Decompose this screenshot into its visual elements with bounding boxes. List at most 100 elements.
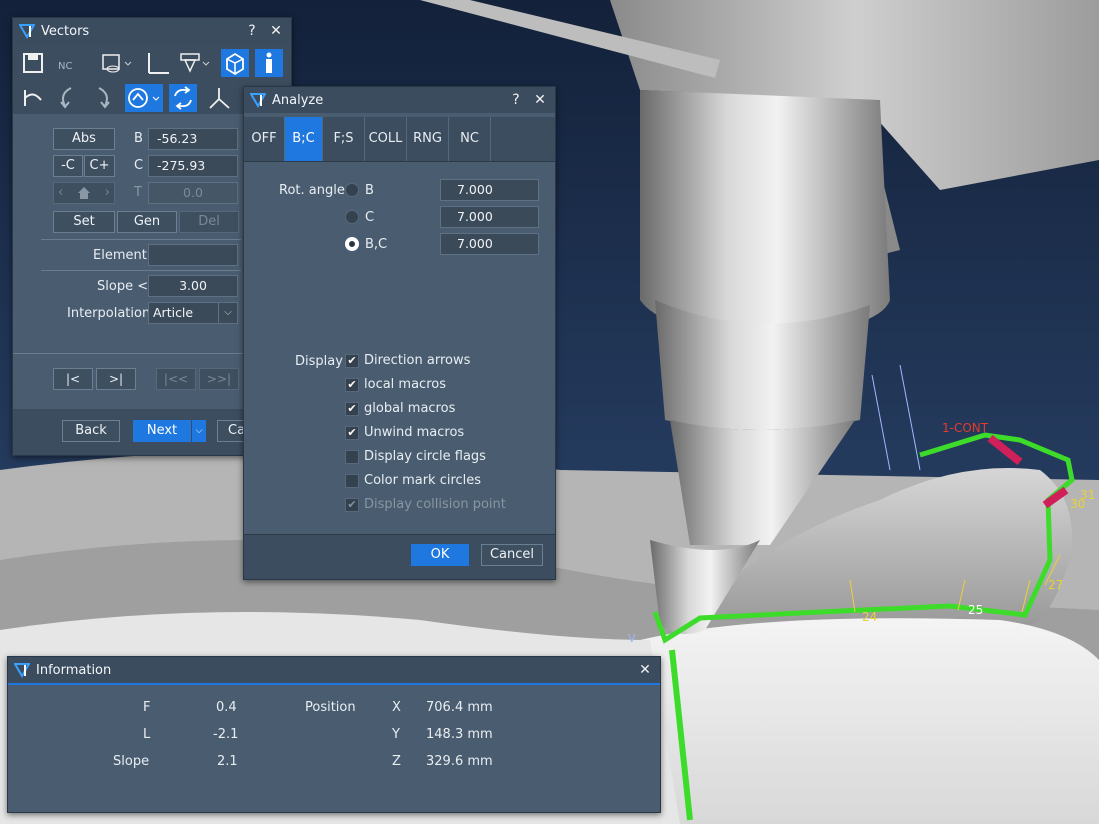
chevron-right-icon[interactable]: › — [105, 183, 110, 203]
display-circle-flags-label: Display circle flags — [364, 449, 486, 464]
analyze-close-button[interactable]: ✕ — [531, 91, 549, 109]
arrow-back-icon[interactable] — [53, 84, 81, 112]
c-value-field[interactable]: -275.93 — [148, 155, 238, 177]
path-label-31: 31 — [1080, 488, 1096, 502]
information-panel: Information ✕ F 0.4 L -2.1 Slope 2.1 Pos… — [7, 656, 661, 813]
b-value-field[interactable]: -56.23 — [148, 128, 238, 150]
set-button[interactable]: Set — [53, 211, 115, 233]
view-visibility-icon[interactable] — [99, 49, 135, 77]
l-value: -2.1 — [213, 727, 239, 742]
tool-holder-icon[interactable] — [177, 49, 213, 77]
vectors-divider-2 — [41, 270, 241, 271]
plus-c-button[interactable]: C+ — [84, 155, 115, 177]
tab-rng[interactable]: RNG — [407, 117, 449, 161]
save-icon[interactable] — [19, 49, 47, 77]
t-value-field: 0.0 — [148, 182, 238, 204]
direction-arrows-checkbox[interactable]: ✔ — [345, 354, 359, 368]
global-macros-label: global macros — [364, 401, 456, 416]
nav-next-button: >>| — [199, 368, 239, 390]
chevron-left-icon[interactable]: ‹ — [58, 183, 63, 203]
b-c-angle-field[interactable]: 7.000 — [440, 233, 539, 255]
axis-ruler-icon[interactable] — [143, 49, 171, 77]
sync-icon[interactable] — [169, 84, 197, 112]
slope-info-label: Slope — [113, 754, 150, 769]
x-label: X — [392, 700, 401, 715]
ok-button[interactable]: OK — [411, 544, 469, 566]
vector-analysis-icon[interactable] — [125, 84, 163, 112]
tab-off[interactable]: OFF — [244, 117, 285, 161]
tab-b-c[interactable]: B;C — [285, 117, 323, 161]
interpolation-value: Article — [153, 305, 194, 320]
unwind-macros-checkbox[interactable]: ✔ — [345, 426, 359, 440]
path-label-27: 27 — [1048, 578, 1064, 592]
gen-button[interactable]: Gen — [117, 211, 177, 233]
nav-first-button[interactable]: |< — [53, 368, 93, 390]
minus-c-button[interactable]: -C — [53, 155, 83, 177]
analyze-titlebar[interactable]: Analyze ? ✕ — [244, 87, 555, 113]
b-angle-field[interactable]: 7.000 — [440, 179, 539, 201]
path-label-cont: 1-CONT — [942, 421, 989, 435]
color-mark-circles-checkbox[interactable] — [345, 474, 359, 488]
local-macros-checkbox[interactable]: ✔ — [345, 378, 359, 392]
nav-last-button[interactable]: >| — [96, 368, 136, 390]
color-mark-circles-label: Color mark circles — [364, 473, 482, 488]
radio-c[interactable] — [345, 210, 359, 224]
c-axis-label: C — [134, 158, 144, 173]
solid-view-icon[interactable] — [221, 49, 249, 77]
app-logo-icon — [250, 93, 266, 108]
slope-field[interactable]: 3.00 — [148, 275, 238, 297]
radio-b-c[interactable] — [345, 237, 359, 251]
slope-info-value: 2.1 — [217, 754, 238, 769]
t-axis-label: T — [134, 185, 142, 200]
path-label-24: 24 — [862, 610, 878, 624]
information-titlebar[interactable]: Information ✕ — [8, 657, 660, 685]
information-close-button[interactable]: ✕ — [636, 661, 654, 679]
axes-icon[interactable] — [205, 84, 233, 112]
display-circle-flags-checkbox[interactable] — [345, 450, 359, 464]
rewind-arrow-icon[interactable] — [19, 84, 47, 112]
element-label: Element — [93, 248, 147, 263]
z-label: Z — [392, 754, 401, 769]
unwind-macros-label: Unwind macros — [364, 425, 465, 440]
vectors-title: Vectors — [41, 23, 90, 39]
global-macros-checkbox[interactable]: ✔ — [345, 402, 359, 416]
next-button[interactable]: Next — [133, 420, 191, 442]
del-button: Del — [179, 211, 239, 233]
back-button[interactable]: Back — [62, 420, 120, 442]
analyze-title: Analyze — [272, 92, 324, 108]
vectors-divider-1 — [41, 239, 241, 240]
chevron-down-icon: ⌵ — [195, 426, 203, 436]
home-icon[interactable] — [77, 186, 91, 200]
f-value: 0.4 — [216, 700, 237, 715]
vectors-titlebar[interactable]: Vectors ? ✕ — [13, 18, 291, 44]
cancel-button[interactable]: Cancel — [481, 544, 543, 566]
direction-arrows-label: Direction arrows — [364, 353, 471, 368]
next-dropdown-button[interactable]: ⌵ — [192, 420, 206, 442]
interpolation-select[interactable]: Article ⌵ — [148, 302, 238, 324]
tab-nc[interactable]: NC — [449, 117, 491, 161]
home-nav-group: ‹ › — [53, 182, 115, 204]
radio-b-c-label: B,C — [365, 237, 388, 252]
element-field[interactable] — [148, 244, 238, 266]
tab-f-s[interactable]: F;S — [323, 117, 365, 161]
app-logo-icon — [19, 24, 35, 39]
app-logo-icon — [14, 663, 30, 678]
y-label: Y — [392, 727, 400, 742]
c-angle-field[interactable]: 7.000 — [440, 206, 539, 228]
path-label-25: 25 — [968, 603, 984, 617]
nc-refresh-icon[interactable]: NC — [53, 49, 81, 77]
abs-button[interactable]: Abs — [53, 128, 115, 150]
arrow-forward-icon[interactable] — [89, 84, 117, 112]
nc-icon-label: NC — [58, 61, 73, 72]
tab-coll[interactable]: COLL — [365, 117, 407, 161]
vectors-close-button[interactable]: ✕ — [267, 22, 285, 40]
radio-b[interactable] — [345, 183, 359, 197]
vectors-help-button[interactable]: ? — [243, 22, 261, 40]
z-value: 329.6 mm — [426, 754, 493, 769]
display-collision-point-label: Display collision point — [364, 497, 506, 512]
rot-angle-label: Rot. angle — [279, 183, 345, 198]
info-icon[interactable] — [255, 49, 283, 77]
analyze-help-button[interactable]: ? — [507, 91, 525, 109]
radio-c-label: C — [365, 210, 375, 225]
chevron-down-icon: ⌵ — [218, 303, 237, 323]
